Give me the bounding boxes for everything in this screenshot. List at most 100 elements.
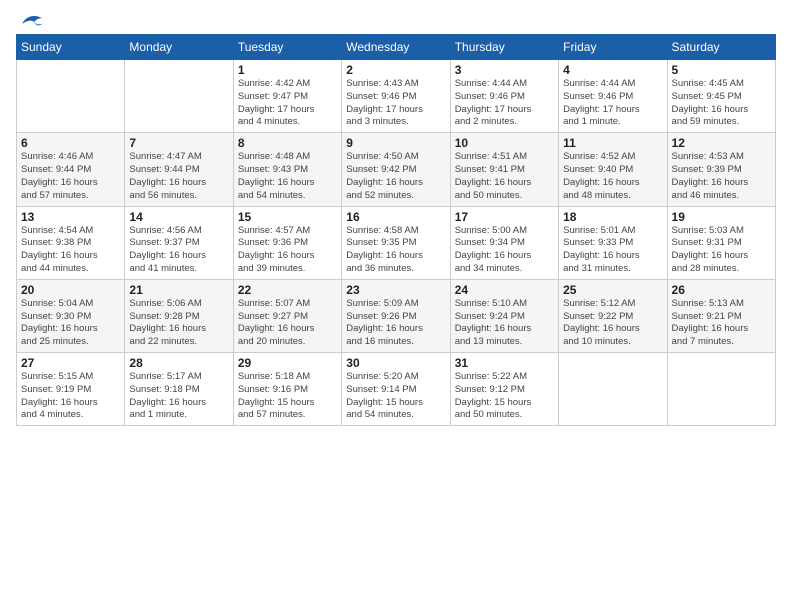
day-info: Sunrise: 5:06 AM Sunset: 9:28 PM Dayligh…: [129, 298, 228, 349]
day-number: 6: [21, 136, 120, 150]
calendar-cell: 27Sunrise: 5:15 AM Sunset: 9:19 PM Dayli…: [17, 353, 125, 426]
calendar-cell: 8Sunrise: 4:48 AM Sunset: 9:43 PM Daylig…: [233, 133, 341, 206]
calendar-cell: [17, 60, 125, 133]
calendar-cell: 23Sunrise: 5:09 AM Sunset: 9:26 PM Dayli…: [342, 279, 450, 352]
calendar-cell: 16Sunrise: 4:58 AM Sunset: 9:35 PM Dayli…: [342, 206, 450, 279]
day-number: 30: [346, 356, 445, 370]
calendar-cell: 19Sunrise: 5:03 AM Sunset: 9:31 PM Dayli…: [667, 206, 775, 279]
day-info: Sunrise: 4:57 AM Sunset: 9:36 PM Dayligh…: [238, 225, 337, 276]
day-info: Sunrise: 5:00 AM Sunset: 9:34 PM Dayligh…: [455, 225, 554, 276]
day-number: 29: [238, 356, 337, 370]
calendar-cell: 5Sunrise: 4:45 AM Sunset: 9:45 PM Daylig…: [667, 60, 775, 133]
day-info: Sunrise: 5:10 AM Sunset: 9:24 PM Dayligh…: [455, 298, 554, 349]
weekday-header-tuesday: Tuesday: [233, 35, 341, 60]
calendar-cell: 4Sunrise: 4:44 AM Sunset: 9:46 PM Daylig…: [559, 60, 667, 133]
calendar-cell: 2Sunrise: 4:43 AM Sunset: 9:46 PM Daylig…: [342, 60, 450, 133]
weekday-header-saturday: Saturday: [667, 35, 775, 60]
calendar-cell: 10Sunrise: 4:51 AM Sunset: 9:41 PM Dayli…: [450, 133, 558, 206]
day-number: 10: [455, 136, 554, 150]
calendar-cell: 14Sunrise: 4:56 AM Sunset: 9:37 PM Dayli…: [125, 206, 233, 279]
day-info: Sunrise: 5:07 AM Sunset: 9:27 PM Dayligh…: [238, 298, 337, 349]
day-info: Sunrise: 5:12 AM Sunset: 9:22 PM Dayligh…: [563, 298, 662, 349]
calendar-cell: 29Sunrise: 5:18 AM Sunset: 9:16 PM Dayli…: [233, 353, 341, 426]
day-info: Sunrise: 4:58 AM Sunset: 9:35 PM Dayligh…: [346, 225, 445, 276]
day-number: 19: [672, 210, 771, 224]
weekday-header-monday: Monday: [125, 35, 233, 60]
calendar-cell: 20Sunrise: 5:04 AM Sunset: 9:30 PM Dayli…: [17, 279, 125, 352]
weekday-header-thursday: Thursday: [450, 35, 558, 60]
calendar-cell: [559, 353, 667, 426]
day-info: Sunrise: 5:03 AM Sunset: 9:31 PM Dayligh…: [672, 225, 771, 276]
day-number: 21: [129, 283, 228, 297]
day-info: Sunrise: 4:52 AM Sunset: 9:40 PM Dayligh…: [563, 151, 662, 202]
day-info: Sunrise: 4:48 AM Sunset: 9:43 PM Dayligh…: [238, 151, 337, 202]
day-number: 12: [672, 136, 771, 150]
day-info: Sunrise: 5:04 AM Sunset: 9:30 PM Dayligh…: [21, 298, 120, 349]
day-number: 24: [455, 283, 554, 297]
calendar-cell: 3Sunrise: 4:44 AM Sunset: 9:46 PM Daylig…: [450, 60, 558, 133]
calendar-week-row: 13Sunrise: 4:54 AM Sunset: 9:38 PM Dayli…: [17, 206, 776, 279]
calendar-week-row: 20Sunrise: 5:04 AM Sunset: 9:30 PM Dayli…: [17, 279, 776, 352]
day-number: 15: [238, 210, 337, 224]
calendar-week-row: 27Sunrise: 5:15 AM Sunset: 9:19 PM Dayli…: [17, 353, 776, 426]
day-info: Sunrise: 4:53 AM Sunset: 9:39 PM Dayligh…: [672, 151, 771, 202]
day-number: 2: [346, 63, 445, 77]
day-number: 8: [238, 136, 337, 150]
day-info: Sunrise: 4:44 AM Sunset: 9:46 PM Dayligh…: [563, 78, 662, 129]
day-number: 25: [563, 283, 662, 297]
calendar-cell: 18Sunrise: 5:01 AM Sunset: 9:33 PM Dayli…: [559, 206, 667, 279]
calendar-cell: 12Sunrise: 4:53 AM Sunset: 9:39 PM Dayli…: [667, 133, 775, 206]
day-info: Sunrise: 4:47 AM Sunset: 9:44 PM Dayligh…: [129, 151, 228, 202]
weekday-header-sunday: Sunday: [17, 35, 125, 60]
calendar-cell: 13Sunrise: 4:54 AM Sunset: 9:38 PM Dayli…: [17, 206, 125, 279]
calendar-cell: 15Sunrise: 4:57 AM Sunset: 9:36 PM Dayli…: [233, 206, 341, 279]
day-number: 20: [21, 283, 120, 297]
day-info: Sunrise: 4:50 AM Sunset: 9:42 PM Dayligh…: [346, 151, 445, 202]
calendar-cell: [667, 353, 775, 426]
calendar-table: SundayMondayTuesdayWednesdayThursdayFrid…: [16, 34, 776, 426]
day-info: Sunrise: 4:45 AM Sunset: 9:45 PM Dayligh…: [672, 78, 771, 129]
day-number: 11: [563, 136, 662, 150]
calendar-cell: 17Sunrise: 5:00 AM Sunset: 9:34 PM Dayli…: [450, 206, 558, 279]
calendar-cell: 31Sunrise: 5:22 AM Sunset: 9:12 PM Dayli…: [450, 353, 558, 426]
day-number: 17: [455, 210, 554, 224]
calendar-cell: 7Sunrise: 4:47 AM Sunset: 9:44 PM Daylig…: [125, 133, 233, 206]
day-number: 26: [672, 283, 771, 297]
calendar-cell: 22Sunrise: 5:07 AM Sunset: 9:27 PM Dayli…: [233, 279, 341, 352]
calendar-cell: 9Sunrise: 4:50 AM Sunset: 9:42 PM Daylig…: [342, 133, 450, 206]
day-info: Sunrise: 4:43 AM Sunset: 9:46 PM Dayligh…: [346, 78, 445, 129]
day-number: 9: [346, 136, 445, 150]
day-number: 22: [238, 283, 337, 297]
day-number: 28: [129, 356, 228, 370]
calendar-cell: 30Sunrise: 5:20 AM Sunset: 9:14 PM Dayli…: [342, 353, 450, 426]
day-number: 18: [563, 210, 662, 224]
day-number: 16: [346, 210, 445, 224]
weekday-header-row: SundayMondayTuesdayWednesdayThursdayFrid…: [17, 35, 776, 60]
calendar-week-row: 6Sunrise: 4:46 AM Sunset: 9:44 PM Daylig…: [17, 133, 776, 206]
page: SundayMondayTuesdayWednesdayThursdayFrid…: [0, 0, 792, 612]
day-info: Sunrise: 5:20 AM Sunset: 9:14 PM Dayligh…: [346, 371, 445, 422]
calendar-cell: 6Sunrise: 4:46 AM Sunset: 9:44 PM Daylig…: [17, 133, 125, 206]
day-number: 5: [672, 63, 771, 77]
day-info: Sunrise: 4:51 AM Sunset: 9:41 PM Dayligh…: [455, 151, 554, 202]
calendar-cell: 25Sunrise: 5:12 AM Sunset: 9:22 PM Dayli…: [559, 279, 667, 352]
day-number: 1: [238, 63, 337, 77]
calendar-cell: 26Sunrise: 5:13 AM Sunset: 9:21 PM Dayli…: [667, 279, 775, 352]
weekday-header-wednesday: Wednesday: [342, 35, 450, 60]
day-info: Sunrise: 5:17 AM Sunset: 9:18 PM Dayligh…: [129, 371, 228, 422]
day-info: Sunrise: 5:18 AM Sunset: 9:16 PM Dayligh…: [238, 371, 337, 422]
header: [16, 12, 776, 26]
weekday-header-friday: Friday: [559, 35, 667, 60]
day-number: 4: [563, 63, 662, 77]
day-number: 3: [455, 63, 554, 77]
day-info: Sunrise: 5:01 AM Sunset: 9:33 PM Dayligh…: [563, 225, 662, 276]
day-info: Sunrise: 4:54 AM Sunset: 9:38 PM Dayligh…: [21, 225, 120, 276]
day-number: 7: [129, 136, 228, 150]
calendar-cell: 11Sunrise: 4:52 AM Sunset: 9:40 PM Dayli…: [559, 133, 667, 206]
day-number: 23: [346, 283, 445, 297]
day-number: 13: [21, 210, 120, 224]
day-info: Sunrise: 4:42 AM Sunset: 9:47 PM Dayligh…: [238, 78, 337, 129]
day-number: 27: [21, 356, 120, 370]
calendar-week-row: 1Sunrise: 4:42 AM Sunset: 9:47 PM Daylig…: [17, 60, 776, 133]
day-info: Sunrise: 4:46 AM Sunset: 9:44 PM Dayligh…: [21, 151, 120, 202]
